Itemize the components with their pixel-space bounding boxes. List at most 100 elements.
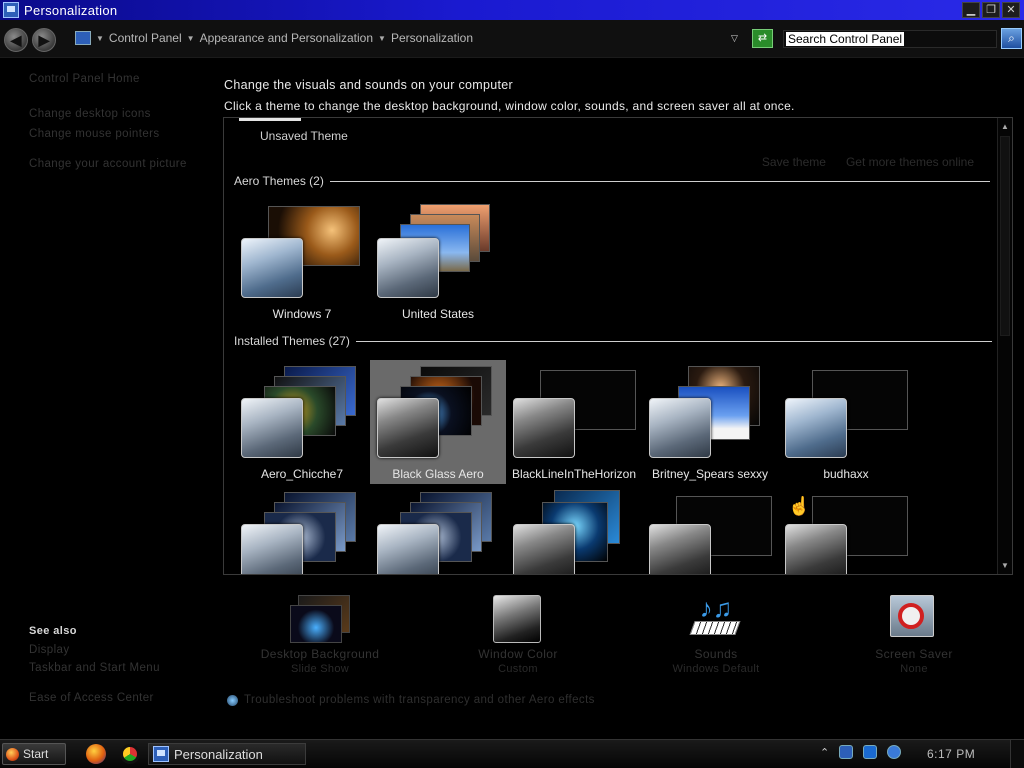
scroll-thumb[interactable] [1000, 136, 1010, 336]
window-color-swatch [241, 524, 303, 574]
back-button[interactable]: ◀ [4, 28, 28, 52]
theme-label: Black Glass Aero [392, 467, 484, 481]
chevron-down-icon[interactable]: ▼ [187, 34, 195, 43]
theme-black-glass-aero[interactable]: Black Glass Aero [370, 360, 506, 484]
theme-tile[interactable] [642, 486, 778, 574]
address-bar: ◀ ▶ ▼ Control Panel ▼ Appearance and Per… [0, 20, 1024, 58]
left-pane: Control Panel Home Change desktop icons … [0, 59, 220, 739]
scroll-up-icon[interactable]: ▲ [1001, 122, 1009, 131]
chrome-icon[interactable] [120, 744, 140, 764]
taskbar: Start Personalization ⌃ 6:17 PM [0, 739, 1024, 768]
window-color-label: Window Color [478, 647, 558, 661]
link-control-panel-home[interactable]: Control Panel Home [29, 73, 199, 85]
link-display[interactable]: Display [29, 644, 199, 656]
taskbar-item-label: Personalization [174, 746, 263, 762]
start-button[interactable]: Start [2, 743, 66, 765]
section-divider [355, 340, 992, 342]
aero-themes-heading-text: Aero Themes (2) [234, 174, 324, 188]
window-color-swatch [241, 398, 303, 458]
start-label: Start [23, 747, 49, 761]
address-dropdown-icon[interactable]: ▽ [731, 33, 738, 44]
link-change-mouse-pointers[interactable]: Change mouse pointers [29, 128, 199, 140]
window-color-swatch [649, 398, 711, 458]
link-taskbar-start-menu[interactable]: Taskbar and Start Menu [29, 662, 199, 674]
window-controls: ▁ ❐ ✕ [962, 2, 1020, 18]
theme-united-states[interactable]: United States [370, 200, 506, 324]
minimize-button[interactable]: ▁ [962, 2, 980, 18]
troubleshoot-link-text: Troubleshoot problems with transparency … [244, 694, 595, 706]
save-theme-link[interactable]: Save theme [762, 155, 826, 169]
unsaved-theme-selection [239, 118, 301, 121]
search-input[interactable]: Search Control Panel [783, 30, 997, 48]
breadcrumb: ▼ Control Panel ▼ Appearance and Persona… [96, 31, 473, 45]
theme-label: Britney_Spears sexxy [651, 467, 769, 481]
network-icon[interactable] [839, 745, 854, 759]
piano-keys-icon [689, 621, 741, 635]
theme-list: Unsaved Theme Save theme Get more themes… [223, 117, 1013, 575]
theme-budhaxx[interactable]: budhaxx [778, 360, 914, 484]
restore-button[interactable]: ❐ [982, 2, 1000, 18]
theme-tile[interactable] [370, 486, 506, 574]
window-color-swatch [377, 524, 439, 574]
link-change-account-picture[interactable]: Change your account picture [29, 158, 199, 170]
see-also-heading: See also [29, 625, 77, 637]
sounds-value: Windows Default [672, 663, 760, 675]
show-desktop-button[interactable] [1010, 740, 1024, 768]
troubleshoot-link[interactable]: Troubleshoot problems with transparency … [227, 694, 595, 706]
action-center-icon[interactable] [863, 745, 878, 759]
get-more-themes-link[interactable]: Get more themes online [846, 155, 974, 169]
theme-britney-spears[interactable]: Britney_Spears sexxy [642, 360, 778, 484]
chevron-down-icon[interactable]: ▼ [96, 34, 104, 43]
window-color-swatch [377, 238, 439, 298]
installed-themes-heading: Installed Themes (27) [234, 334, 992, 348]
clock[interactable]: 6:17 PM [927, 747, 975, 761]
theme-label: BlackLineInTheHorizon [511, 467, 637, 481]
page-title: Change the visuals and sounds on your co… [224, 78, 513, 92]
control-panel-icon [153, 746, 169, 762]
chevron-down-icon[interactable]: ▼ [378, 34, 386, 43]
window-color-swatch [649, 524, 711, 574]
unsaved-theme-label[interactable]: Unsaved Theme [260, 129, 348, 143]
volume-icon[interactable] [887, 745, 902, 759]
theme-windows-7[interactable]: Windows 7 [234, 200, 370, 324]
forward-button[interactable]: ▶ [32, 28, 56, 52]
title-bar: Personalization ▁ ❐ ✕ [0, 0, 1024, 20]
close-button[interactable]: ✕ [1002, 2, 1020, 18]
window-color-swatch [513, 398, 575, 458]
page-subtitle: Click a theme to change the desktop back… [224, 99, 795, 113]
sounds-label: Sounds [694, 647, 738, 661]
help-icon [227, 694, 238, 706]
window-color-value: Custom [498, 663, 538, 675]
search-input-text: Search Control Panel [786, 32, 905, 46]
theme-tile[interactable] [234, 486, 370, 574]
control-panel-icon [3, 2, 19, 18]
window-color-swatch [241, 238, 303, 298]
theme-actions: Save theme Get more themes online [762, 155, 974, 169]
window-color-swatch [785, 398, 847, 458]
aero-themes-heading: Aero Themes (2) [234, 174, 990, 188]
screen-saver-value: None [900, 663, 928, 675]
theme-list-scrollbar[interactable]: ▲ ▼ [997, 118, 1012, 574]
hand-cursor-icon: ☝ [788, 496, 811, 516]
link-change-desktop-icons[interactable]: Change desktop icons [29, 108, 199, 120]
theme-blacklineinthehorizon[interactable]: BlackLineInTheHorizon [506, 360, 642, 484]
breadcrumb-appearance[interactable]: Appearance and Personalization [200, 31, 373, 45]
breadcrumb-control-panel[interactable]: Control Panel [109, 31, 182, 45]
theme-tile[interactable] [506, 486, 642, 574]
firefox-icon[interactable] [86, 744, 106, 764]
tray-expand-icon[interactable]: ⌃ [820, 746, 829, 759]
theme-label: United States [401, 307, 475, 321]
screen-saver-label: Screen Saver [875, 647, 953, 661]
window-color-swatch [785, 524, 847, 574]
link-ease-of-access[interactable]: Ease of Access Center [29, 692, 199, 704]
window-color-swatch [377, 398, 439, 458]
window-title: Personalization [24, 2, 118, 18]
theme-aero-chicche7[interactable]: Aero_Chicche7 [234, 360, 370, 484]
breadcrumb-personalization[interactable]: Personalization [391, 31, 473, 45]
window-color-icon [493, 595, 541, 643]
taskbar-item-personalization[interactable]: Personalization [148, 743, 306, 765]
scroll-down-icon[interactable]: ▼ [1001, 561, 1009, 570]
search-icon[interactable]: ⌕ [1001, 28, 1022, 49]
start-orb-icon [6, 747, 19, 761]
refresh-button[interactable]: ⇄ [752, 29, 773, 48]
